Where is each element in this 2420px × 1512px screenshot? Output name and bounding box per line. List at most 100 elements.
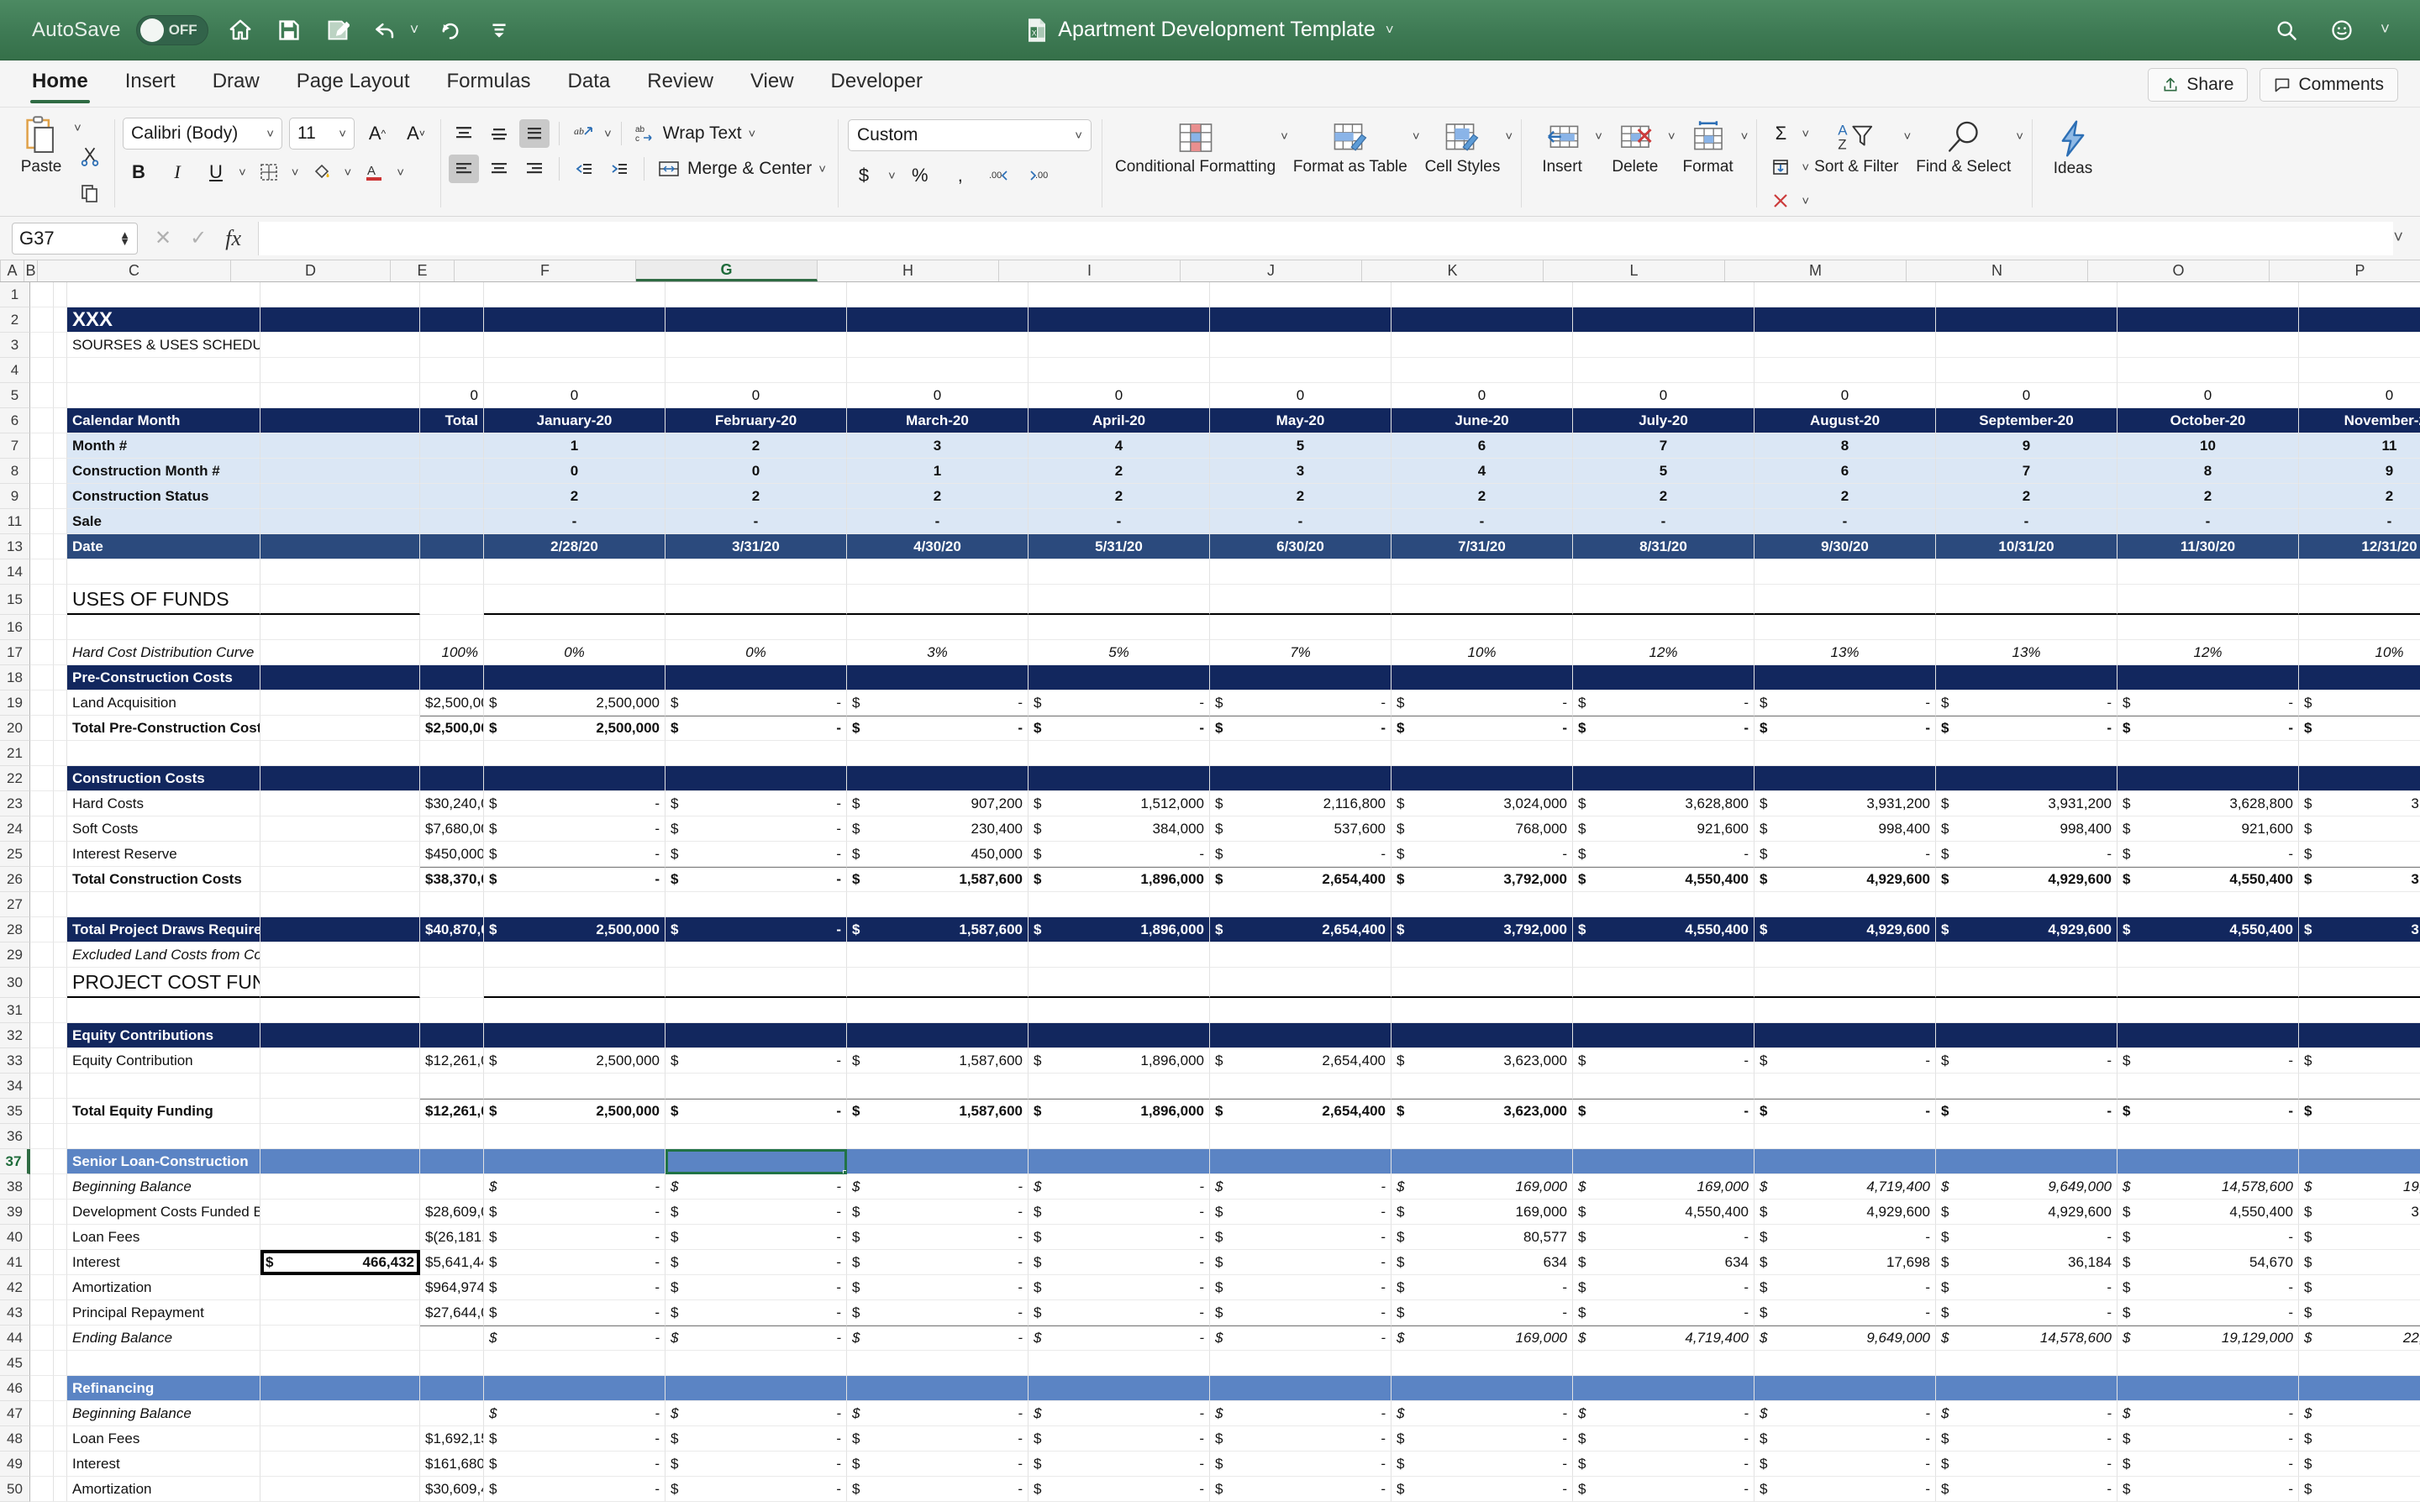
cell-G20[interactable]: $ - (666, 716, 847, 741)
cell-E8[interactable] (420, 459, 484, 484)
cell-I29[interactable] (1028, 942, 1210, 968)
cell-F11[interactable]: - (484, 509, 666, 534)
cell-L46[interactable] (1573, 1376, 1754, 1401)
cell-H15[interactable] (847, 585, 1028, 615)
cell-O3[interactable] (2118, 333, 2299, 358)
cell-E7[interactable] (420, 433, 484, 459)
cell-N27[interactable] (1936, 892, 2118, 917)
cell-K8[interactable]: 4 (1392, 459, 1573, 484)
cell-F35[interactable]: $2,500,000 (484, 1099, 666, 1124)
cell-F8[interactable]: 0 (484, 459, 666, 484)
ribbon-tab-formulas[interactable]: Formulas (429, 63, 550, 107)
cell-E2[interactable] (420, 307, 484, 333)
cell-E27[interactable] (420, 892, 484, 917)
cell-A41[interactable] (30, 1250, 54, 1275)
cell-I22[interactable] (1028, 766, 1210, 791)
select-all-corner[interactable] (0, 260, 1, 281)
ribbon-tab-insert[interactable]: Insert (107, 63, 194, 107)
cell-A7[interactable] (30, 433, 54, 459)
cell-G21[interactable] (666, 741, 847, 766)
cell-N46[interactable] (1936, 1376, 2118, 1401)
row-header-9[interactable]: 9 (0, 484, 30, 509)
name-box-spinner[interactable]: ▲ ▼ (119, 229, 130, 246)
cell-O31[interactable] (2118, 998, 2299, 1023)
ribbon-tab-data[interactable]: Data (550, 63, 629, 107)
sort-filter-chevron-down-icon[interactable]: ˅ (1903, 116, 1911, 144)
row-header-38[interactable]: 38 (0, 1174, 30, 1200)
cell-E24[interactable]: $7,680,000 (420, 816, 484, 842)
underline-chevron-down-icon[interactable]: ˅ (239, 165, 246, 180)
cell-L50[interactable]: $ - (1573, 1477, 1754, 1502)
row-header-35[interactable]: 35 (0, 1099, 30, 1124)
cell-K1[interactable] (1392, 282, 1573, 307)
cell-K6[interactable]: June-20 (1392, 408, 1573, 433)
undo-dropdown-chevron-down-icon[interactable]: ˅ (410, 21, 419, 39)
cell-M13[interactable]: 9/30/20 (1754, 534, 1936, 559)
cell-N34[interactable] (1936, 1074, 2118, 1099)
align-middle-button[interactable] (484, 119, 514, 148)
cell-H20[interactable]: $ - (847, 716, 1028, 741)
cell-K44[interactable]: $169,000 (1392, 1326, 1573, 1351)
cell-N41[interactable]: $36,184 (1936, 1250, 2118, 1275)
cell-G43[interactable]: $ - (666, 1300, 847, 1326)
cell-K17[interactable]: 10% (1392, 640, 1573, 665)
cell-M17[interactable]: 13% (1754, 640, 1936, 665)
cell-O50[interactable]: $ - (2118, 1477, 2299, 1502)
cell-L39[interactable]: $4,550,400 (1573, 1200, 1754, 1225)
cell-F2[interactable] (484, 307, 666, 333)
cell-J9[interactable]: 2 (1210, 484, 1392, 509)
cell-O37[interactable] (2118, 1149, 2299, 1174)
cell-G49[interactable]: $ - (666, 1452, 847, 1477)
cell-C16[interactable] (67, 615, 260, 640)
cell-H45[interactable] (847, 1351, 1028, 1376)
cell-I44[interactable]: $ - (1028, 1326, 1210, 1351)
cell-M5[interactable]: 0 (1754, 383, 1936, 408)
cell-H35[interactable]: $1,587,600 (847, 1099, 1028, 1124)
cell-B13[interactable] (54, 534, 67, 559)
row-header-13[interactable]: 13 (0, 534, 30, 559)
cell-E6[interactable]: Total (420, 408, 484, 433)
cell-D20[interactable] (260, 716, 420, 741)
cell-H29[interactable] (847, 942, 1028, 968)
row-header-36[interactable]: 36 (0, 1124, 30, 1149)
cell-B46[interactable] (54, 1376, 67, 1401)
cell-K23[interactable]: $3,024,000 (1392, 791, 1573, 816)
autosum-icon[interactable]: Σ (1765, 118, 1797, 150)
cell-G38[interactable]: $ - (666, 1174, 847, 1200)
cell-styles-button[interactable]: Cell Styles (1420, 116, 1506, 179)
cell-O15[interactable] (2118, 585, 2299, 615)
cell-B35[interactable] (54, 1099, 67, 1124)
borders-chevron-down-icon[interactable]: ˅ (292, 165, 299, 180)
cell-L2[interactable] (1573, 307, 1754, 333)
cell-M26[interactable]: $4,929,600 (1754, 867, 1936, 892)
cell-C41[interactable]: Interest (67, 1250, 260, 1275)
cell-K15[interactable] (1392, 585, 1573, 615)
row-header-47[interactable]: 47 (0, 1401, 30, 1426)
column-header-n[interactable]: N (1907, 260, 2088, 281)
cell-F49[interactable]: $ - (484, 1452, 666, 1477)
cell-H11[interactable]: - (847, 509, 1028, 534)
column-header-j[interactable]: J (1181, 260, 1362, 281)
cell-O11[interactable]: - (2118, 509, 2299, 534)
cell-F1[interactable] (484, 282, 666, 307)
cell-D32[interactable] (260, 1023, 420, 1048)
cell-G14[interactable] (666, 559, 847, 585)
cell-O43[interactable]: $ - (2118, 1300, 2299, 1326)
cell-H32[interactable] (847, 1023, 1028, 1048)
cell-J27[interactable] (1210, 892, 1392, 917)
percent-format-button[interactable]: % (904, 160, 936, 192)
cell-E9[interactable] (420, 484, 484, 509)
cell-K14[interactable] (1392, 559, 1573, 585)
cell-M31[interactable] (1754, 998, 1936, 1023)
cell-I27[interactable] (1028, 892, 1210, 917)
autosave-toggle[interactable]: OFF (135, 14, 208, 45)
cell-F9[interactable]: 2 (484, 484, 666, 509)
cell-O4[interactable] (2118, 358, 2299, 383)
cell-N16[interactable] (1936, 615, 2118, 640)
cell-C40[interactable]: Loan Fees (67, 1225, 260, 1250)
cell-J24[interactable]: $537,600 (1210, 816, 1392, 842)
spreadsheet-grid[interactable]: ABCDEFGHIJKLMNOP 1 2 XXX 3 SOURSES & USES SC… (0, 260, 2420, 1512)
paste-button[interactable]: Paste (8, 113, 74, 179)
cell-J5[interactable]: 0 (1210, 383, 1392, 408)
cell-P50[interactable]: $- (2299, 1477, 2420, 1502)
